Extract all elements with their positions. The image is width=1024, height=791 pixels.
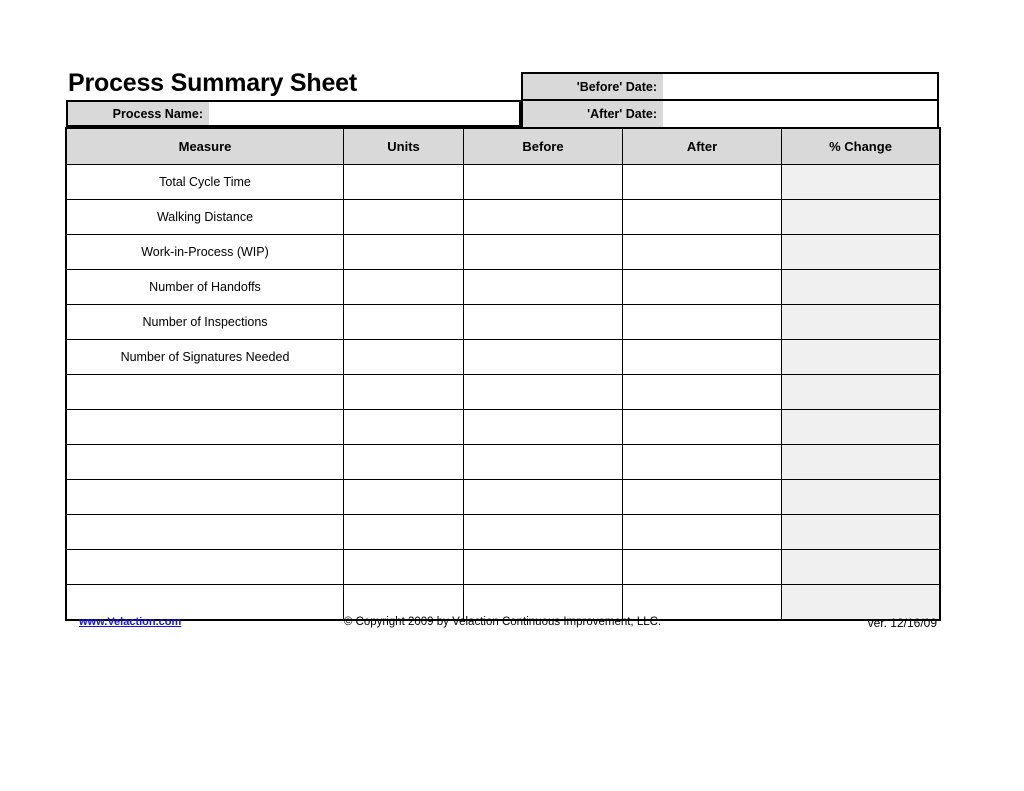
date-block: 'Before' Date: 'After' Date: — [521, 72, 939, 127]
after-date-label: 'After' Date: — [523, 101, 663, 127]
table-row — [66, 549, 940, 585]
cell-before[interactable] — [463, 479, 623, 515]
cell-after[interactable] — [622, 374, 782, 410]
column-header-before: Before — [463, 128, 623, 165]
cell-after[interactable] — [622, 339, 782, 375]
before-date-row: 'Before' Date: — [523, 74, 937, 101]
cell-measure[interactable] — [66, 514, 344, 550]
table-row — [66, 479, 940, 515]
cell-before[interactable] — [463, 514, 623, 550]
cell-units[interactable] — [343, 234, 464, 270]
cell-pct-change[interactable] — [781, 199, 940, 235]
cell-after[interactable] — [622, 409, 782, 445]
cell-pct-change[interactable] — [781, 479, 940, 515]
process-name-row: Process Name: — [66, 100, 521, 127]
cell-before[interactable] — [463, 199, 623, 235]
column-header-measure: Measure — [66, 128, 344, 165]
cell-measure[interactable] — [66, 409, 344, 445]
after-date-row: 'After' Date: — [523, 101, 937, 127]
copyright-notice: © Copyright 2009 by Velaction Continuous… — [343, 616, 662, 628]
column-header-pct-change: % Change — [781, 128, 940, 165]
cell-before[interactable] — [463, 444, 623, 480]
cell-after[interactable] — [622, 234, 782, 270]
table-row: Number of Signatures Needed — [66, 339, 940, 375]
cell-units[interactable] — [343, 549, 464, 585]
cell-pct-change[interactable] — [781, 304, 940, 340]
table-row: Number of Inspections — [66, 304, 940, 340]
cell-units[interactable] — [343, 409, 464, 445]
cell-units[interactable] — [343, 269, 464, 305]
cell-before[interactable] — [463, 234, 623, 270]
table-row — [66, 514, 940, 550]
cell-before[interactable] — [463, 339, 623, 375]
column-header-units: Units — [343, 128, 464, 165]
cell-before[interactable] — [463, 549, 623, 585]
cell-units[interactable] — [343, 339, 464, 375]
cell-units[interactable] — [343, 304, 464, 340]
process-summary-sheet-page: Process Summary Sheet Process Name: 'Bef… — [0, 0, 1024, 791]
cell-before[interactable] — [463, 304, 623, 340]
header-info-block: Process Name: 'Before' Date: 'After' Dat… — [66, 72, 939, 127]
cell-measure[interactable] — [66, 479, 344, 515]
cell-after[interactable] — [622, 514, 782, 550]
cell-after[interactable] — [622, 549, 782, 585]
after-date-input[interactable] — [663, 101, 937, 127]
cell-before[interactable] — [463, 164, 623, 200]
cell-before[interactable] — [463, 374, 623, 410]
cell-pct-change[interactable] — [781, 514, 940, 550]
before-date-input[interactable] — [663, 74, 937, 99]
cell-measure[interactable] — [66, 374, 344, 410]
cell-after[interactable] — [622, 304, 782, 340]
footer: www.Velaction.com © Copyright 2009 by Ve… — [66, 614, 939, 634]
cell-measure[interactable]: Number of Signatures Needed — [66, 339, 344, 375]
cell-measure[interactable]: Work-in-Process (WIP) — [66, 234, 344, 270]
cell-measure[interactable]: Walking Distance — [66, 199, 344, 235]
cell-pct-change[interactable] — [781, 164, 940, 200]
cell-units[interactable] — [343, 479, 464, 515]
cell-after[interactable] — [622, 269, 782, 305]
table-row: Work-in-Process (WIP) — [66, 234, 940, 270]
cell-pct-change[interactable] — [781, 234, 940, 270]
table-row — [66, 409, 940, 445]
column-header-after: After — [622, 128, 782, 165]
table-row: Walking Distance — [66, 199, 940, 235]
cell-measure[interactable] — [66, 549, 344, 585]
cell-measure[interactable]: Total Cycle Time — [66, 164, 344, 200]
process-name-input[interactable] — [209, 102, 519, 125]
cell-pct-change[interactable] — [781, 409, 940, 445]
measures-table-body: Total Cycle Time Walking Distance Work-in-… — [66, 164, 940, 620]
cell-pct-change[interactable] — [781, 374, 940, 410]
table-row: Number of Handoffs — [66, 269, 940, 305]
table-row — [66, 374, 940, 410]
cell-after[interactable] — [622, 479, 782, 515]
cell-after[interactable] — [622, 164, 782, 200]
cell-units[interactable] — [343, 199, 464, 235]
version-label: ver. 12/16/09 — [867, 616, 937, 630]
table-row — [66, 444, 940, 480]
before-date-label: 'Before' Date: — [523, 74, 663, 99]
table-header-row: Measure Units Before After % Change — [66, 128, 940, 165]
table-row: Total Cycle Time — [66, 164, 940, 200]
process-name-label: Process Name: — [68, 102, 209, 125]
cell-units[interactable] — [343, 374, 464, 410]
cell-units[interactable] — [343, 444, 464, 480]
cell-measure[interactable]: Number of Inspections — [66, 304, 344, 340]
cell-before[interactable] — [463, 409, 623, 445]
cell-measure[interactable] — [66, 444, 344, 480]
cell-pct-change[interactable] — [781, 269, 940, 305]
measures-table: Measure Units Before After % Change Tota… — [65, 127, 941, 621]
cell-measure[interactable]: Number of Handoffs — [66, 269, 344, 305]
cell-pct-change[interactable] — [781, 339, 940, 375]
cell-pct-change[interactable] — [781, 444, 940, 480]
cell-units[interactable] — [343, 164, 464, 200]
cell-before[interactable] — [463, 269, 623, 305]
cell-after[interactable] — [622, 444, 782, 480]
cell-after[interactable] — [622, 199, 782, 235]
cell-units[interactable] — [343, 514, 464, 550]
cell-pct-change[interactable] — [781, 549, 940, 585]
